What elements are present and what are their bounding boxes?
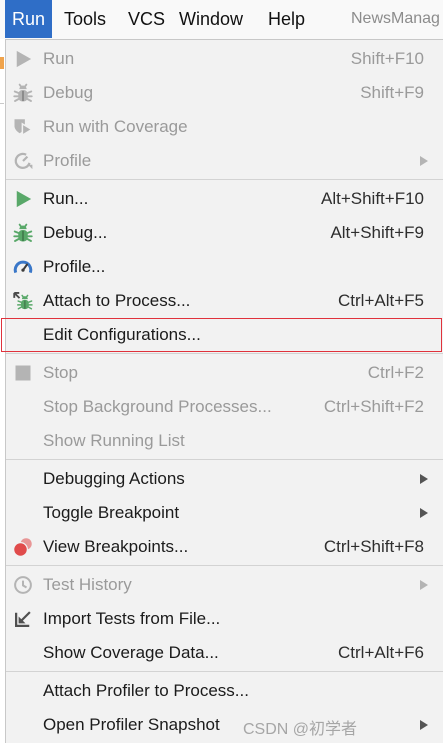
menu-item-label: Open Profiler Snapshot <box>43 715 220 734</box>
menu-item-label: Run with Coverage <box>43 117 188 136</box>
shortcut-text: Ctrl+Alt+F5 <box>338 291 424 310</box>
chevron-right-icon <box>420 720 428 730</box>
play-icon <box>13 189 33 209</box>
menu-item-stop-background-processes: Stop Background Processes... Ctrl+Shift+… <box>6 390 443 424</box>
run-menu-dropdown: Run Shift+F10 Debug Shift+F9 Run with Co… <box>1 39 443 743</box>
menu-item-profile-submenu: Profile <box>6 144 443 178</box>
menu-item-debugging-actions[interactable]: Debugging Actions <box>6 462 443 496</box>
menu-item-run-with-coverage: Run with Coverage <box>6 110 443 144</box>
menubar-tools[interactable]: Tools <box>64 0 106 38</box>
menu-item-test-history: Test History <box>6 568 443 602</box>
csdn-watermark: CSDN @初学者 <box>243 721 358 738</box>
stop-icon <box>13 363 33 383</box>
chevron-right-icon <box>420 474 428 484</box>
menu-item-label: View Breakpoints... <box>43 537 189 556</box>
menu-item-label: Show Coverage Data... <box>43 643 219 662</box>
menu-item-label: Profile <box>43 151 92 170</box>
menu-item-label: Attach to Process... <box>43 291 191 310</box>
profile-icon <box>13 151 33 171</box>
menubar-run[interactable]: Run <box>5 0 52 38</box>
menu-item-edit-configurations[interactable]: Edit Configurations... <box>1 318 443 352</box>
shortcut-text: Ctrl+F2 <box>367 363 424 382</box>
menu-item-label: Debugging Actions <box>43 469 185 488</box>
menu-item-label: Debug... <box>43 223 108 242</box>
menu-item-show-running-list: Show Running List <box>6 424 443 458</box>
menu-item-show-coverage-data[interactable]: Show Coverage Data... Ctrl+Alt+F6 <box>6 636 443 670</box>
main-menu-bar: Run Tools VCS Window Help NewsManag <box>0 0 443 39</box>
menu-item-attach-profiler-to-process[interactable]: Attach Profiler to Process... <box>6 674 443 708</box>
menu-item-label: Run <box>43 49 75 68</box>
play-icon <box>13 49 33 69</box>
menu-item-attach-to-process[interactable]: Attach to Process... Ctrl+Alt+F5 <box>6 284 443 318</box>
menu-item-label: Edit Configurations... <box>43 325 201 344</box>
menu-item-label: Show Running List <box>43 431 185 450</box>
menubar-vcs[interactable]: VCS <box>128 0 165 38</box>
chevron-right-icon <box>420 580 428 590</box>
project-title: NewsManag <box>351 10 440 27</box>
menu-item-toggle-breakpoint[interactable]: Toggle Breakpoint <box>6 496 443 530</box>
menu-item-open-profiler-snapshot[interactable]: Open Profiler Snapshot <box>6 708 443 742</box>
bug-icon <box>13 83 33 103</box>
breakpoints-icon <box>13 537 33 557</box>
bug-icon <box>13 223 33 243</box>
shortcut-text: Shift+F9 <box>360 83 424 102</box>
menubar-help[interactable]: Help <box>268 0 305 38</box>
menubar-window[interactable]: Window <box>179 0 243 38</box>
menu-item-import-tests-from-file[interactable]: Import Tests from File... <box>6 602 443 636</box>
shortcut-text: Alt+Shift+F9 <box>330 223 424 242</box>
menu-item-label: Stop Background Processes... <box>43 397 272 416</box>
menu-item-label: Toggle Breakpoint <box>43 503 180 522</box>
menu-item-label: Import Tests from File... <box>43 609 221 628</box>
partial-editor-icon <box>0 57 4 69</box>
menu-item-run: Run Shift+F10 <box>6 42 443 76</box>
menu-item-run-dialog[interactable]: Run... Alt+Shift+F10 <box>6 182 443 216</box>
coverage-icon <box>13 117 33 137</box>
shortcut-text: Alt+Shift+F10 <box>320 189 424 208</box>
chevron-right-icon <box>420 508 428 518</box>
menu-item-label: Run... <box>43 189 89 208</box>
shortcut-text: Shift+F10 <box>350 49 424 68</box>
attach-debugger-icon <box>13 291 33 311</box>
shortcut-text: Ctrl+Shift+F8 <box>323 537 424 556</box>
menu-item-label: Profile... <box>43 257 106 276</box>
shortcut-text: Ctrl+Alt+F6 <box>338 643 424 662</box>
menu-item-label: Stop <box>43 363 78 382</box>
gauge-icon <box>13 257 33 277</box>
menu-item-label: Test History <box>43 575 132 594</box>
menu-item-stop: Stop Ctrl+F2 <box>6 356 443 390</box>
menu-item-profile-dialog[interactable]: Profile... <box>6 250 443 284</box>
menu-item-label: Debug <box>43 83 94 102</box>
editor-divider <box>0 103 4 104</box>
chevron-right-icon <box>420 156 428 166</box>
menu-item-debug: Debug Shift+F9 <box>6 76 443 110</box>
shortcut-text: Ctrl+Shift+F2 <box>323 397 424 416</box>
clock-icon <box>13 575 33 595</box>
menu-item-debug-dialog[interactable]: Debug... Alt+Shift+F9 <box>6 216 443 250</box>
menu-item-view-breakpoints[interactable]: View Breakpoints... Ctrl+Shift+F8 <box>6 530 443 564</box>
menu-item-label: Attach Profiler to Process... <box>43 681 249 700</box>
import-icon <box>13 609 33 629</box>
